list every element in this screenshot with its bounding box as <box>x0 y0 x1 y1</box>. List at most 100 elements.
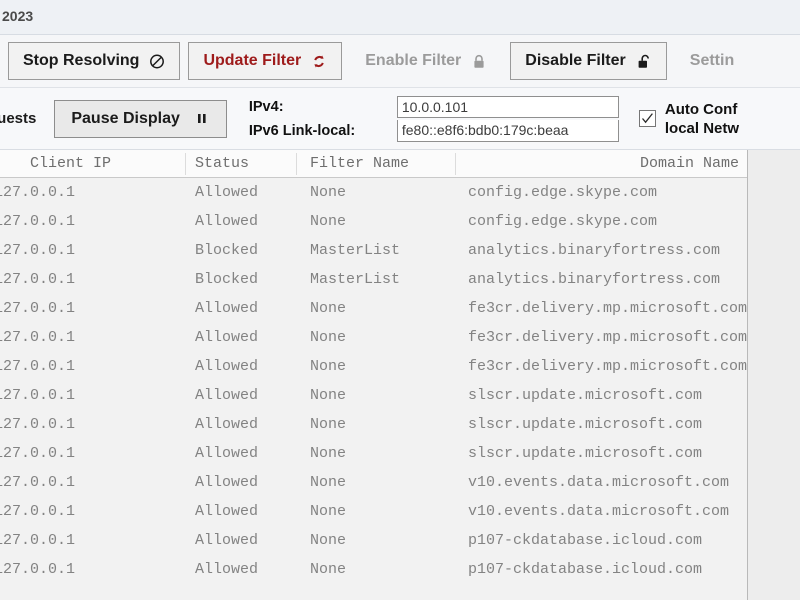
auto-configure-checkbox[interactable] <box>639 110 656 127</box>
cell-status: Allowed <box>195 178 258 207</box>
lock-closed-icon <box>471 53 487 70</box>
cell-domain-name: slscr.update.microsoft.com <box>468 410 702 439</box>
enable-filter-button: Enable Filter <box>350 42 502 80</box>
cell-domain-name: slscr.update.microsoft.com <box>468 439 702 468</box>
button-label: Disable Filter <box>525 52 625 70</box>
cell-status: Allowed <box>195 555 258 584</box>
cell-domain-name: fe3cr.delivery.mp.microsoft.com <box>468 294 747 323</box>
pause-display-button[interactable]: Pause Display <box>54 100 227 138</box>
sub-toolbar: quests Pause Display IPv4: 10.0.0.101 IP… <box>0 88 800 150</box>
cell-filter-name: None <box>310 352 346 381</box>
ipv4-row: IPv4: 10.0.0.101 <box>249 95 619 118</box>
cell-filter-name: None <box>310 207 346 236</box>
cell-domain-name: v10.events.data.microsoft.com <box>468 497 729 526</box>
cell-domain-name: fe3cr.delivery.mp.microsoft.com <box>468 323 747 352</box>
column-header-domain-name[interactable]: Domain Name <box>640 150 739 177</box>
cell-filter-name: None <box>310 526 346 555</box>
cell-status: Allowed <box>195 323 258 352</box>
ipv6-row: IPv6 Link-local: fe80::e8f6:bdb0:179c:be… <box>249 119 619 142</box>
table-row[interactable]: 127.0.0.1 Allowed None slscr.update.microso… <box>0 381 747 410</box>
button-label: Update Filter <box>203 52 301 70</box>
cell-filter-name: None <box>310 323 346 352</box>
table-row[interactable]: 127.0.0.1AllowedNoneconfig.edge.skype.co… <box>0 178 747 207</box>
table-row[interactable]: 127.0.0.1AllowedNoneslscr.update.microso… <box>0 410 747 439</box>
disable-filter-button[interactable]: Disable Filter <box>510 42 666 80</box>
table-row[interactable]: 127.0.0.1 Blocked MasterList analytics.bina… <box>0 265 747 294</box>
cell-filter-name: None <box>310 439 346 468</box>
cell-status: Allowed <box>195 381 258 410</box>
update-filter-button[interactable]: Update Filter <box>188 42 342 80</box>
cell-filter-name: MasterList <box>310 265 400 294</box>
app-window: 2023 Stop Resolving Update Filter Enable F… <box>0 0 800 600</box>
cell-domain-name: analytics.binaryfortress.com <box>468 265 720 294</box>
column-header-client-ip[interactable]: Client IP <box>30 150 111 177</box>
cell-client-ip: 127.0.0.1 <box>0 294 75 323</box>
title-strip: 2023 <box>0 0 800 35</box>
cell-domain-name: p107-ckdatabase.icloud.com <box>468 555 702 584</box>
lock-open-icon <box>636 53 652 70</box>
main-toolbar: Stop Resolving Update Filter Enable Filter… <box>0 35 800 88</box>
table-row[interactable]: 127.0.0.1 Allowed None v10.events.data.micr… <box>0 497 747 526</box>
cell-status: Allowed <box>195 410 258 439</box>
cell-client-ip: 127.0.0.1 <box>0 236 75 265</box>
column-header-status[interactable]: Status <box>195 150 249 177</box>
cell-filter-name: MasterList <box>310 236 400 265</box>
cell-status: Allowed <box>195 497 258 526</box>
table-row[interactable]: 127.0.0.1BlockedMasterListanalytics.bina… <box>0 236 747 265</box>
cell-client-ip: 127.0.0.1 <box>0 526 75 555</box>
cell-domain-name: config.edge.skype.com <box>468 207 657 236</box>
column-separator-0[interactable] <box>185 153 186 175</box>
cell-filter-name: None <box>310 381 346 410</box>
table-row[interactable]: 127.0.0.1AllowedNonefe3cr.delivery.mp.mi… <box>0 323 747 352</box>
cell-client-ip: 127.0.0.1 <box>0 381 75 410</box>
column-header-filter-name[interactable]: Filter Name <box>310 150 409 177</box>
table-row[interactable]: 127.0.0.1 Allowed None config.edge.skype.co… <box>0 207 747 236</box>
table-row[interactable]: 127.0.0.1 Allowed None p107-ckdatabase.iclo… <box>0 526 747 555</box>
ipv4-field[interactable]: 10.0.0.101 <box>397 96 619 118</box>
cell-client-ip: 127.0.0.1 <box>0 439 75 468</box>
request-log-grid: Client IP Status Filter Name Domain Name 12… <box>0 150 748 600</box>
auto-configure-line2: local Netw <box>665 120 739 137</box>
cell-domain-name: p107-ckdatabase.icloud.com <box>468 526 702 555</box>
ip-address-block: IPv4: 10.0.0.101 IPv6 Link-local: fe80::… <box>249 95 619 142</box>
column-separator-1[interactable] <box>296 153 297 175</box>
cell-status: Allowed <box>195 207 258 236</box>
table-row[interactable]: 127.0.0.1AllowedNonefe3cr.delivery.mp.mi… <box>0 352 747 381</box>
cell-client-ip: 127.0.0.1 <box>0 555 75 584</box>
cell-status: Allowed <box>195 352 258 381</box>
button-label: Stop Resolving <box>23 52 139 70</box>
table-row[interactable]: 127.0.0.1AllowedNonep107-ckdatabase.iclo… <box>0 555 747 584</box>
table-row[interactable]: 127.0.0.1 Allowed None slscr.update.microso… <box>0 439 747 468</box>
cell-status: Allowed <box>195 439 258 468</box>
button-label: Enable Filter <box>365 52 461 70</box>
cell-status: Blocked <box>195 265 258 294</box>
button-label: Settin <box>690 52 734 70</box>
table-body: 127.0.0.1 Allowed None config.edge.skype.co… <box>0 178 747 584</box>
auto-configure-label: Auto Conf local Netw <box>665 100 739 138</box>
requests-label: quests <box>0 110 36 127</box>
cell-client-ip: 127.0.0.1 <box>0 497 75 526</box>
cell-client-ip: 127.0.0.1 <box>0 352 75 381</box>
checkmark-icon <box>641 112 654 125</box>
no-entry-icon <box>149 53 165 70</box>
cell-filter-name: None <box>310 178 346 207</box>
table-row[interactable]: 127.0.0.1AllowedNonev10.events.data.micr… <box>0 468 747 497</box>
stop-resolving-button[interactable]: Stop Resolving <box>8 42 180 80</box>
table-row[interactable]: 127.0.0.1AllowedNonefe3cr.delivery.mp.mi… <box>0 294 747 323</box>
cell-status: Allowed <box>195 468 258 497</box>
ipv6-field[interactable]: fe80::e8f6:bdb0:179c:beaa <box>397 120 619 142</box>
cell-client-ip: 127.0.0.1 <box>0 178 75 207</box>
column-separator-2[interactable] <box>455 153 456 175</box>
cell-client-ip: 127.0.0.1 <box>0 207 75 236</box>
cell-domain-name: analytics.binaryfortress.com <box>468 236 720 265</box>
cell-domain-name: slscr.update.microsoft.com <box>468 381 702 410</box>
request-log-panel: Client IP Status Filter Name Domain Name 12… <box>0 150 800 600</box>
cell-filter-name: None <box>310 410 346 439</box>
cell-client-ip: 127.0.0.1 <box>0 468 75 497</box>
auto-configure-group: Auto Conf local Netw <box>639 100 739 138</box>
settin-button: Settin <box>675 42 749 80</box>
cell-status: Allowed <box>195 526 258 555</box>
cell-client-ip: 127.0.0.1 <box>0 265 75 294</box>
cell-filter-name: None <box>310 497 346 526</box>
ipv6-label: IPv6 Link-local: <box>249 123 397 139</box>
